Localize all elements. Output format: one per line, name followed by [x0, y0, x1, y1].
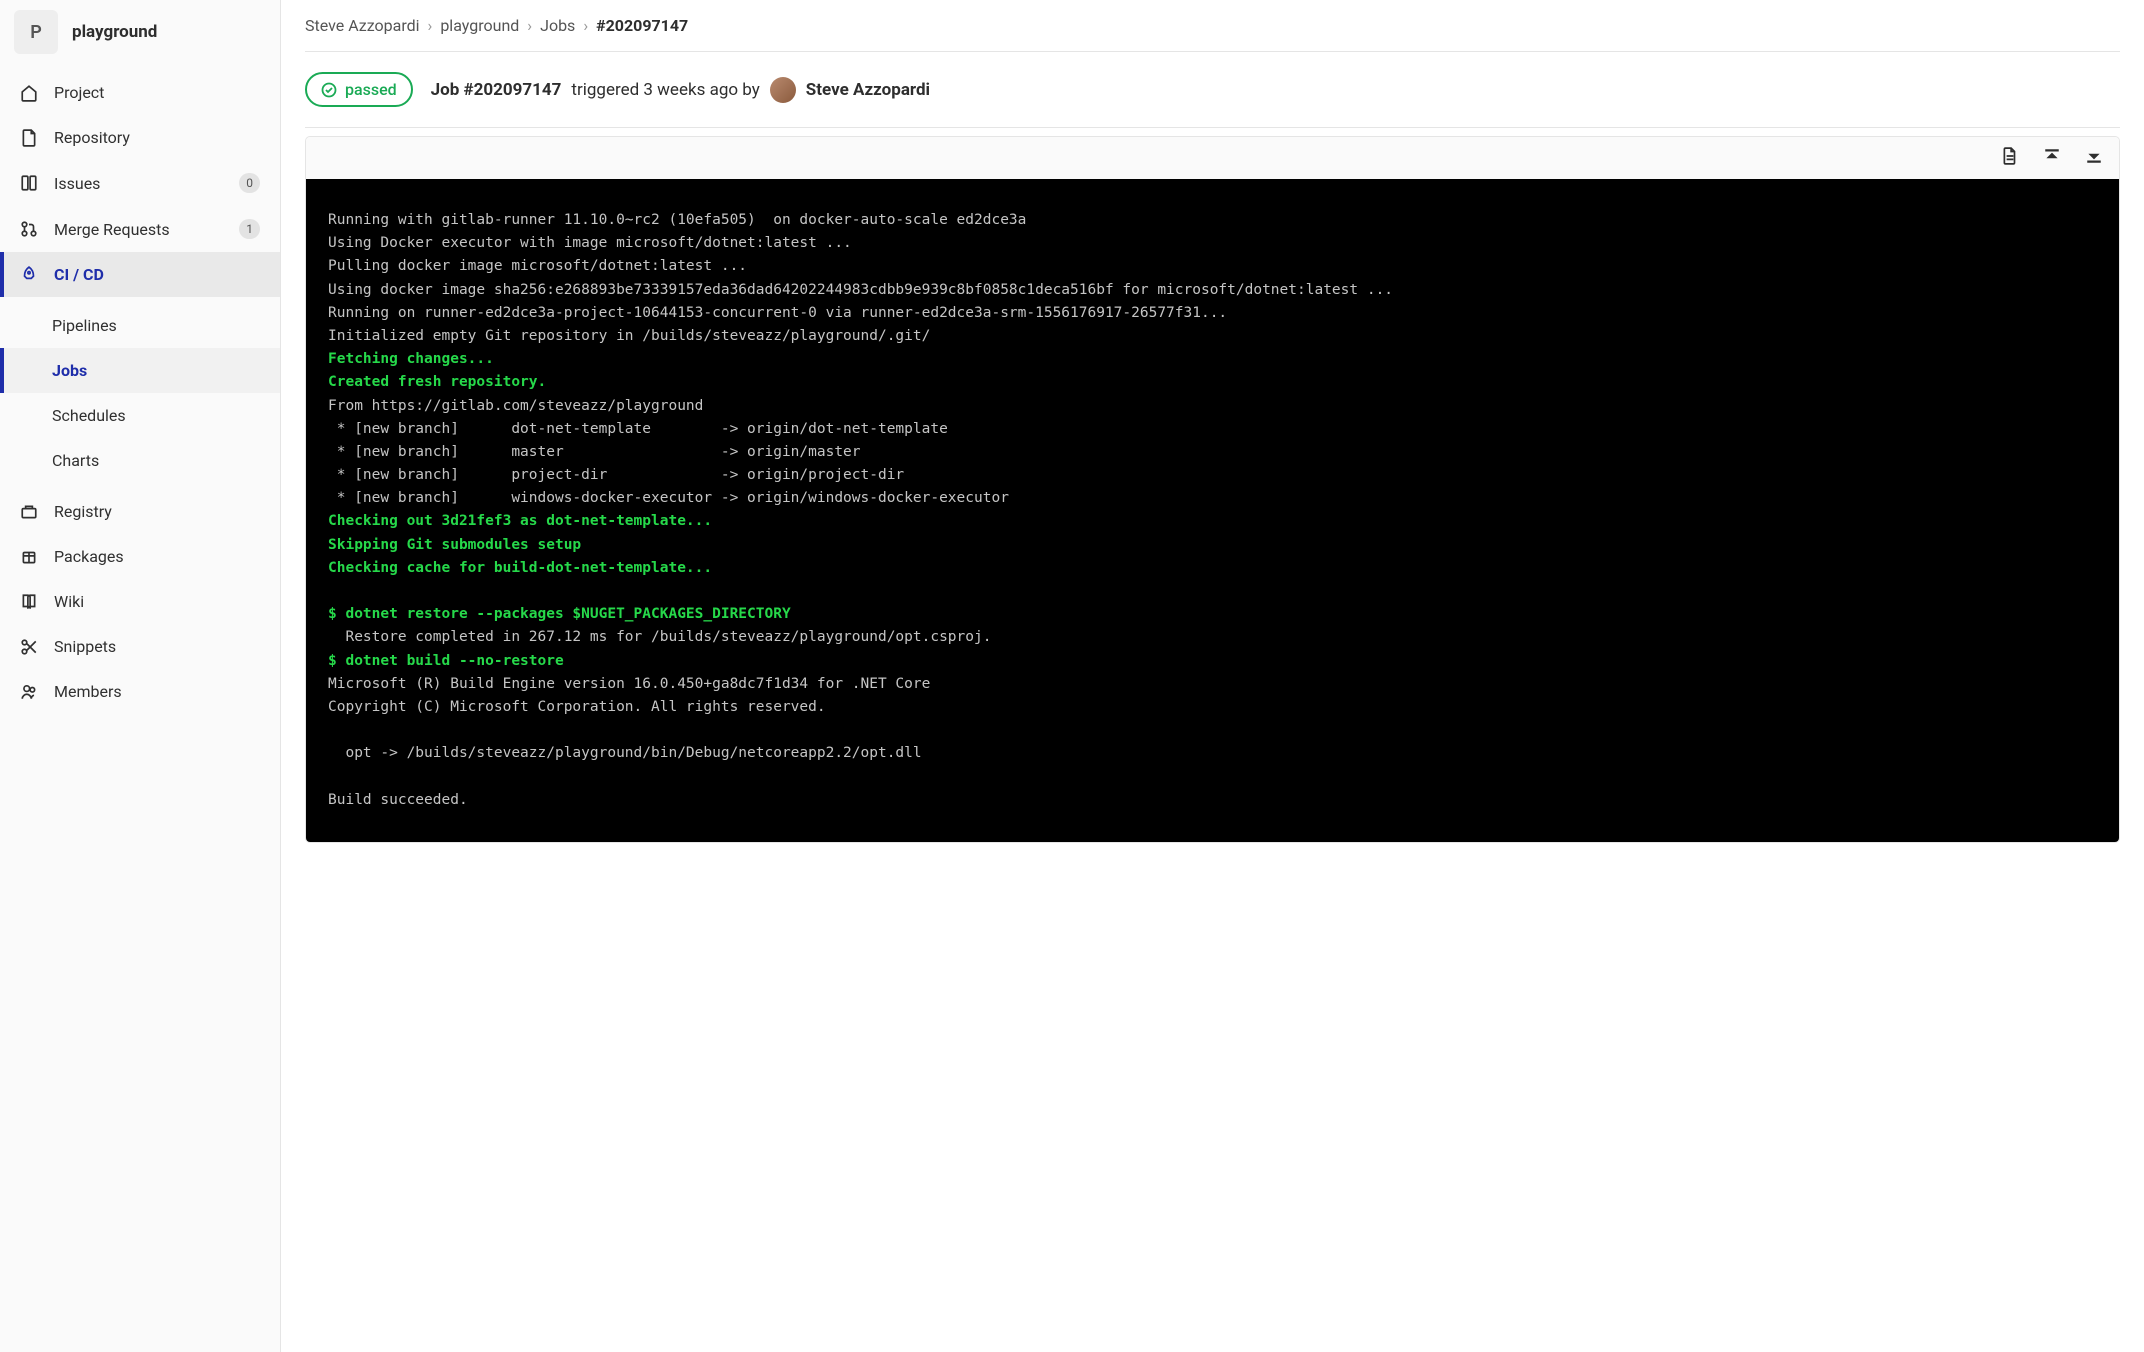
file-icon: [20, 129, 38, 147]
sidebar-item-project[interactable]: Project: [0, 70, 280, 115]
sidebar-item-wiki[interactable]: Wiki: [0, 579, 280, 624]
sidebar-item-label: Packages: [54, 547, 260, 566]
breadcrumb-part[interactable]: Steve Azzopardi: [305, 16, 420, 35]
sidebar-item-cicd[interactable]: CI / CD: [0, 252, 280, 297]
sidebar-item-label: Merge Requests: [54, 220, 223, 239]
breadcrumb-part[interactable]: Jobs: [540, 16, 575, 35]
book-icon: [20, 593, 38, 611]
sidebar-item-members[interactable]: Members: [0, 669, 280, 714]
subnav-jobs[interactable]: Jobs: [0, 348, 280, 393]
sidebar-item-label: Issues: [54, 174, 223, 193]
project-name: playground: [72, 22, 157, 42]
scroll-top-button[interactable]: [2043, 147, 2061, 169]
sidebar-item-label: Wiki: [54, 592, 260, 611]
sidebar-item-label: CI / CD: [54, 265, 260, 284]
merge-request-icon: [20, 220, 38, 238]
package-icon: [20, 548, 38, 566]
rocket-icon: [20, 266, 38, 284]
sidebar: P playground Project Repository Issues 0…: [0, 0, 281, 1352]
breadcrumb-separator: ›: [583, 16, 588, 35]
subnav-charts[interactable]: Charts: [0, 438, 280, 483]
issues-count-badge: 0: [239, 173, 260, 193]
sidebar-item-snippets[interactable]: Snippets: [0, 624, 280, 669]
check-circle-icon: [321, 82, 337, 98]
sidebar-item-label: Registry: [54, 502, 260, 521]
sidebar-item-label: Members: [54, 682, 260, 701]
breadcrumb: Steve Azzopardi › playground › Jobs › #2…: [281, 0, 2144, 51]
sidebar-item-packages[interactable]: Packages: [0, 534, 280, 579]
status-text: passed: [345, 80, 397, 99]
breadcrumb-separator: ›: [428, 16, 433, 35]
scissors-icon: [20, 638, 38, 656]
sidebar-nav-lower: Registry Packages Wiki Snippets Members: [0, 483, 280, 720]
author-name[interactable]: Steve Azzopardi: [806, 80, 930, 100]
subnav-schedules[interactable]: Schedules: [0, 393, 280, 438]
sidebar-nav: Project Repository Issues 0 Merge Reques…: [0, 64, 280, 303]
status-badge[interactable]: passed: [305, 72, 413, 107]
sidebar-item-merge-requests[interactable]: Merge Requests 1: [0, 206, 280, 252]
job-title: Job #202097147 triggered 3 weeks ago by …: [431, 77, 930, 103]
scroll-bottom-icon: [2085, 147, 2103, 165]
sidebar-item-label: Snippets: [54, 637, 260, 656]
scroll-bottom-button[interactable]: [2085, 147, 2103, 169]
document-icon: [2001, 147, 2019, 165]
author-avatar[interactable]: [770, 77, 796, 103]
log-toolbar: [306, 137, 2119, 179]
sidebar-item-repository[interactable]: Repository: [0, 115, 280, 160]
issues-icon: [20, 174, 38, 192]
log-card: Running with gitlab-runner 11.10.0~rc2 (…: [305, 136, 2120, 843]
sidebar-item-registry[interactable]: Registry: [0, 489, 280, 534]
job-id: Job #202097147: [431, 80, 562, 100]
breadcrumb-current: #202097147: [596, 16, 688, 35]
main-content: Steve Azzopardi › playground › Jobs › #2…: [281, 0, 2144, 1352]
project-header[interactable]: P playground: [0, 0, 280, 64]
registry-icon: [20, 503, 38, 521]
scroll-top-icon: [2043, 147, 2061, 165]
home-icon: [20, 84, 38, 102]
members-icon: [20, 683, 38, 701]
sidebar-item-label: Project: [54, 83, 260, 102]
sidebar-item-label: Repository: [54, 128, 260, 147]
job-header: passed Job #202097147 triggered 3 weeks …: [281, 52, 2144, 127]
mr-count-badge: 1: [239, 219, 260, 239]
breadcrumb-separator: ›: [527, 16, 532, 35]
sidebar-item-issues[interactable]: Issues 0: [0, 160, 280, 206]
cicd-subnav: Pipelines Jobs Schedules Charts: [0, 303, 280, 483]
show-raw-button[interactable]: [2001, 147, 2019, 169]
job-log[interactable]: Running with gitlab-runner 11.10.0~rc2 (…: [306, 179, 2119, 842]
subnav-pipelines[interactable]: Pipelines: [0, 303, 280, 348]
breadcrumb-part[interactable]: playground: [440, 16, 519, 35]
job-trigger-info: triggered 3 weeks ago by: [571, 80, 759, 100]
project-avatar: P: [14, 10, 58, 54]
